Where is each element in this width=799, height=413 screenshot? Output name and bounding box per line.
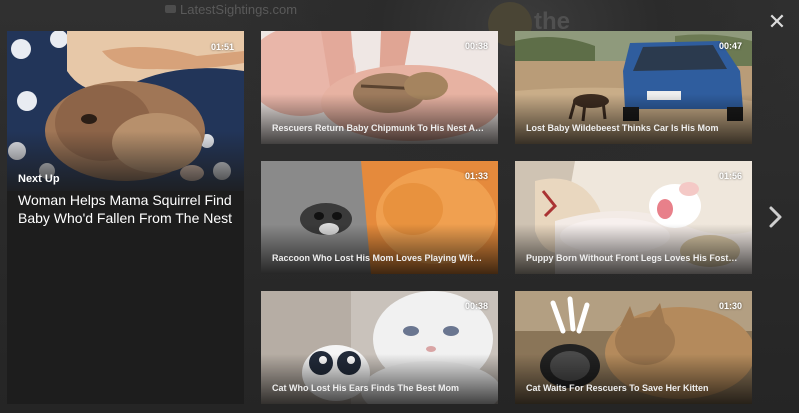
next-page-button[interactable] bbox=[766, 204, 786, 230]
video-title: Puppy Born Without Front Legs Loves His … bbox=[526, 253, 741, 263]
card-shade bbox=[261, 94, 498, 144]
card-shade bbox=[515, 224, 752, 274]
background-site-logo-text: LatestSightings.com bbox=[180, 1, 298, 17]
video-duration: 01:33 bbox=[464, 171, 488, 181]
video-duration: 00:47 bbox=[718, 41, 742, 51]
chevron-right-icon bbox=[769, 206, 782, 228]
close-icon: ✕ bbox=[767, 9, 787, 34]
card-shade bbox=[515, 94, 752, 144]
video-title: Lost Baby Wildebeest Thinks Car Is His M… bbox=[526, 123, 719, 133]
video-card[interactable]: 00:38 Cat Who Lost His Ears Finds The Be… bbox=[261, 291, 498, 404]
video-card[interactable]: 00:38 Rescuers Return Baby Chipmunk To H… bbox=[261, 31, 498, 144]
video-duration: 01:30 bbox=[718, 301, 742, 311]
close-button[interactable]: ✕ bbox=[766, 11, 788, 33]
video-duration: 01:56 bbox=[718, 171, 742, 181]
video-card[interactable]: 01:33 Raccoon Who Lost His Mom Loves Pla… bbox=[261, 161, 498, 274]
video-duration: 00:38 bbox=[464, 41, 488, 51]
next-up-label: Next Up bbox=[18, 173, 60, 185]
featured-video-card[interactable]: 01:51 Next Up Woman Helps Mama Squirrel … bbox=[7, 31, 244, 404]
featured-title: Woman Helps Mama Squirrel Find Baby Who'… bbox=[18, 192, 233, 226]
video-title: Rescuers Return Baby Chipmunk To His Nes… bbox=[272, 123, 487, 133]
camera-icon bbox=[165, 5, 176, 13]
video-card[interactable]: 01:56 Puppy Born Without Front Legs Love… bbox=[515, 161, 752, 274]
video-title: Raccoon Who Lost His Mom Loves Playing W… bbox=[272, 253, 487, 263]
background-site-logo: LatestSightings.com bbox=[165, 1, 297, 17]
video-card[interactable]: 01:30 Cat Waits For Rescuers To Save Her… bbox=[515, 291, 752, 404]
card-shade bbox=[261, 354, 498, 404]
video-card[interactable]: 00:47 Lost Baby Wildebeest Thinks Car Is… bbox=[515, 31, 752, 144]
card-shade bbox=[261, 224, 498, 274]
video-title: Cat Who Lost His Ears Finds The Best Mom bbox=[272, 383, 460, 393]
video-title: Cat Waits For Rescuers To Save Her Kitte… bbox=[526, 383, 709, 393]
card-shade bbox=[515, 354, 752, 404]
video-duration: 00:38 bbox=[464, 301, 488, 311]
featured-duration: 01:51 bbox=[210, 42, 234, 52]
